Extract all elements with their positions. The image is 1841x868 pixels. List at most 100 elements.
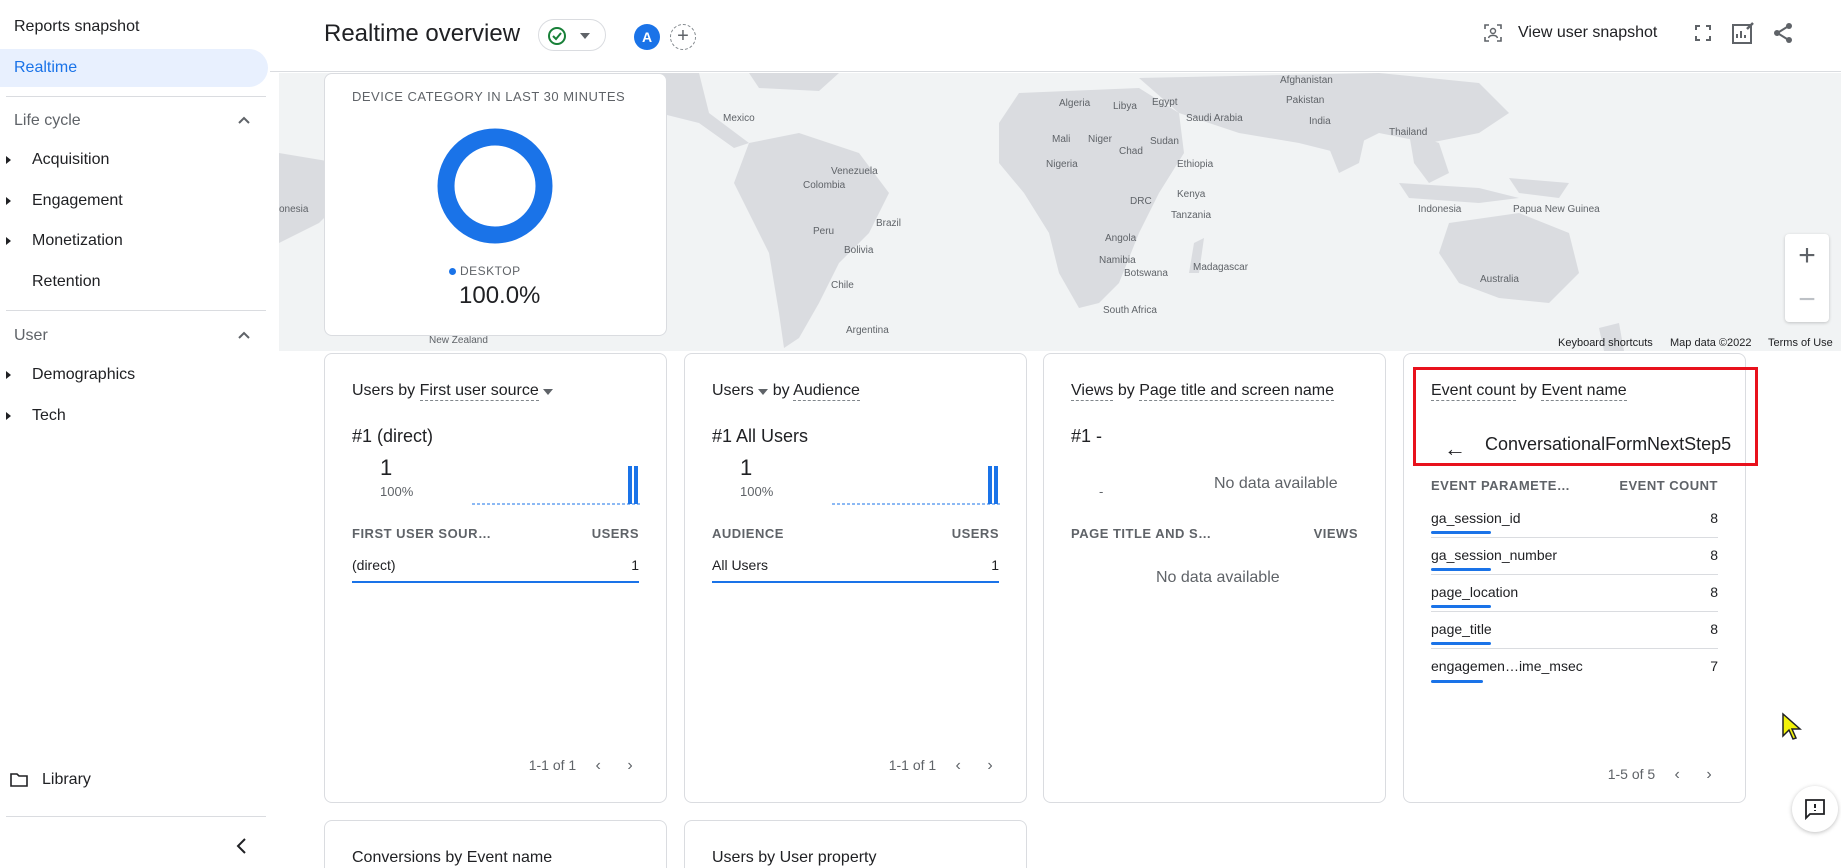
map-label: South Africa [1103,305,1157,316]
metric-selector[interactable]: Users [712,382,754,399]
fullscreen-icon[interactable] [1690,20,1716,46]
row-label: All Users [712,557,769,573]
zoom-in-button[interactable]: + [1785,234,1829,278]
column-header: USERS [591,526,639,541]
device-donut-chart[interactable] [437,128,553,244]
row-label: page_location [1431,584,1519,600]
map-label: India [1309,116,1331,127]
map-label: Madagascar [1193,262,1249,273]
nav-label: Library [42,771,91,788]
nav-acquisition[interactable]: Acquisition [0,143,268,179]
column-header: FIRST USER SOUR… [352,526,492,541]
sparkline-chart [472,466,642,505]
zoom-out-button[interactable]: − [1785,278,1829,322]
map-data-attribution: Map data ©2022 [1670,337,1752,349]
map-label: Afghanistan [1280,75,1333,86]
view-user-snapshot-button[interactable]: View user snapshot [1484,18,1684,48]
dimension-selector[interactable]: First user source [419,382,539,401]
expand-arrow-icon [6,156,11,164]
comparison-avatar[interactable]: A [634,24,660,50]
device-category-card: DEVICE CATEGORY IN LAST 30 MINUTES DESKT… [324,73,667,336]
nav-engagement[interactable]: Engagement [0,184,268,220]
map-label: Namibia [1099,255,1136,266]
column-header: EVENT PARAMETE… [1431,478,1571,493]
nav-label: Monetization [32,232,123,249]
row-bar [1431,531,1491,534]
card-title: Users by Audience [712,382,860,401]
column-header: EVENT COUNT [1619,478,1718,493]
expand-arrow-icon [6,197,11,205]
nav-reports-snapshot[interactable]: Reports snapshot [14,18,139,36]
sparkline-chart [832,466,1002,505]
top-value: 1 [380,455,393,480]
next-page-icon[interactable]: › [1699,766,1719,784]
card-title: Conversions by Event name [352,849,553,866]
card-heading: DEVICE CATEGORY IN LAST 30 MINUTES [352,89,626,104]
table-row[interactable]: ga_session_id 8 [1431,501,1718,538]
map-label: Peru [813,226,835,237]
nav-tech[interactable]: Tech [0,399,268,435]
nav-label: Demographics [32,366,136,383]
next-page-icon[interactable]: › [980,757,1000,775]
map-label: onesia [279,204,309,215]
dropdown-arrow-icon[interactable] [758,389,769,395]
table-row[interactable]: page_location 8 [1431,575,1718,612]
map-label: Botswana [1124,268,1168,279]
nav-label: Tech [32,407,66,424]
nav-retention[interactable]: Retention [0,265,268,301]
previous-page-icon[interactable]: ‹ [1667,766,1687,784]
previous-page-icon[interactable]: ‹ [948,757,968,775]
table-row[interactable]: (direct) 1 [352,557,639,583]
red-highlight-box [1413,367,1758,466]
keyboard-shortcuts-link[interactable]: Keyboard shortcuts [1558,337,1653,349]
card-title: Users by First user source [352,382,554,401]
terms-of-use-link[interactable]: Terms of Use [1768,337,1833,349]
map-label: Thailand [1389,127,1428,138]
previous-page-icon[interactable]: ‹ [588,757,608,775]
data-status-pill[interactable] [538,19,606,51]
page-header: Realtime overview A + View user snapshot [270,0,1841,72]
map-label: Angola [1105,233,1137,244]
top-percent: 100% [380,484,414,499]
map-label: Australia [1480,274,1519,285]
page-title: Realtime overview [324,20,521,47]
chevron-up-icon[interactable] [236,328,252,344]
map-label: Ethiopia [1177,159,1214,170]
collapse-sidebar-icon[interactable] [232,836,252,856]
add-comparison-button[interactable]: + [670,24,696,50]
section-lifecycle[interactable]: Life cycle [14,112,81,130]
table-header: PAGE TITLE AND S… VIEWS [1071,526,1358,544]
chevron-up-icon[interactable] [236,113,252,129]
customize-report-icon[interactable] [1730,20,1756,46]
feedback-button[interactable] [1792,786,1838,832]
divider [6,816,266,817]
dropdown-arrow-icon[interactable] [543,389,554,395]
table-row[interactable]: ga_session_number 8 [1431,538,1718,575]
table-row[interactable]: page_title 8 [1431,612,1718,649]
check-circle-icon [548,27,566,45]
feedback-icon [1805,799,1825,820]
expand-arrow-icon [6,412,11,420]
table-row[interactable]: All Users 1 [712,557,999,583]
nav-library[interactable]: Library [10,768,210,792]
divider [6,96,266,97]
pagination: 1-1 of 1 ‹ › [529,757,640,775]
card-title: Views by Page title and screen name [1071,382,1334,401]
nav-demographics[interactable]: Demographics [0,358,268,394]
pagination-label: 1-1 of 1 [888,757,937,773]
nav-monetization[interactable]: Monetization [0,224,268,260]
table-row[interactable]: engagemen…ime_msec 7 [1431,649,1718,686]
share-icon[interactable] [1770,20,1796,46]
top-percent: 100% [740,484,774,499]
map-label: Niger [1088,134,1112,145]
row-label: ga_session_number [1431,547,1558,563]
row-label: ga_session_id [1431,510,1521,526]
map-zoom-control: + − [1785,234,1829,322]
next-page-icon[interactable]: › [620,757,640,775]
nav-realtime[interactable]: Realtime [0,49,268,87]
views-by-page-card: Views by Page title and screen name #1 -… [1043,353,1386,803]
map-label: New Zealand [429,335,488,346]
row-value: 8 [1710,547,1718,563]
section-user[interactable]: User [14,327,48,345]
top-rank: #1 (direct) [352,426,434,446]
